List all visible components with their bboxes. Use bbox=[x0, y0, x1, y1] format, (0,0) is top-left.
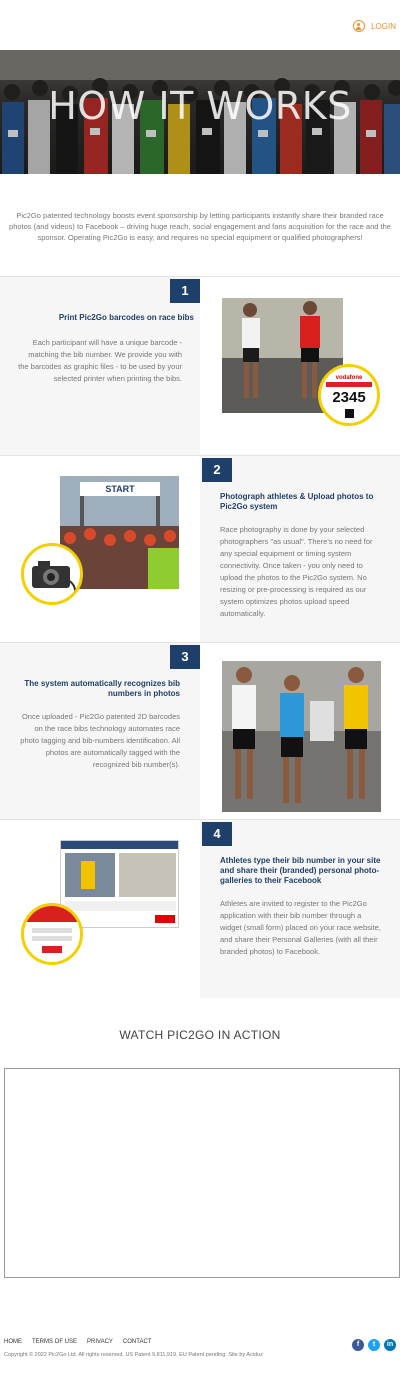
copyright-text: Copyright © 2022 Pic2Go Ltd. All rights … bbox=[4, 1352, 263, 1358]
registration-widget-icon bbox=[24, 906, 80, 953]
step-number: 4 bbox=[202, 822, 232, 846]
start-banner: START bbox=[105, 484, 135, 494]
footer-link-home[interactable]: HOME bbox=[4, 1339, 22, 1345]
barcode-icon bbox=[345, 409, 354, 418]
video-player[interactable] bbox=[4, 1068, 400, 1278]
widget-badge bbox=[21, 903, 83, 965]
step-text: Once uploaded - Pic2Go patented 2D barco… bbox=[20, 712, 180, 769]
step-number: 3 bbox=[170, 645, 200, 669]
step-text: Each participant will have a unique barc… bbox=[18, 338, 182, 383]
footer-link-terms[interactable]: TERMS OF USE bbox=[32, 1339, 77, 1345]
footer-nav: HOME TERMS OF USE PRIVACY CONTACT bbox=[4, 1339, 151, 1345]
camera-badge bbox=[21, 543, 83, 605]
bib-closeup-badge: vodafone 2345 bbox=[318, 364, 380, 426]
step-title: Athletes type their bib number in your s… bbox=[220, 856, 381, 885]
login-label: LOGIN bbox=[371, 21, 396, 31]
bib-number: 2345 bbox=[332, 389, 366, 406]
watch-section-title: WATCH PIC2GO IN ACTION bbox=[119, 1028, 281, 1042]
step-3: 3 The system automatically recognizes bi… bbox=[0, 643, 400, 819]
step-title: Photograph athletes & Upload photos to P… bbox=[220, 492, 374, 511]
social-links: f t in bbox=[352, 1339, 396, 1351]
website-screenshot-art bbox=[61, 841, 178, 923]
step-2: 2 Photograph athletes & Upload photos to… bbox=[0, 456, 400, 642]
user-icon bbox=[353, 20, 366, 32]
step-number: 2 bbox=[202, 458, 232, 482]
facebook-icon[interactable]: f bbox=[352, 1339, 364, 1351]
athletes-photo bbox=[222, 661, 381, 812]
step-4: 4 Athletes type their bib number in your… bbox=[0, 820, 400, 998]
athletes-photo-art bbox=[222, 661, 381, 812]
website-screenshot bbox=[60, 840, 179, 928]
step-number: 1 bbox=[170, 279, 200, 303]
footer-link-contact[interactable]: CONTACT bbox=[123, 1339, 152, 1345]
intro-text: Pic2Go patented technology boosts event … bbox=[9, 211, 391, 242]
step-text: Athletes are invited to register to the … bbox=[220, 899, 381, 956]
bib-stripe bbox=[326, 382, 372, 387]
hero-title: HOW IT WORKS bbox=[48, 84, 352, 128]
step-title: Print Pic2Go barcodes on race bibs bbox=[58, 313, 194, 322]
footer-link-privacy[interactable]: PRIVACY bbox=[87, 1339, 113, 1345]
twitter-icon[interactable]: t bbox=[368, 1339, 380, 1351]
camera-icon bbox=[32, 561, 77, 599]
linkedin-icon[interactable]: in bbox=[384, 1339, 396, 1351]
step-title: The system automatically recognizes bib … bbox=[24, 679, 180, 698]
step-text: Race photography is done by your selecte… bbox=[220, 525, 373, 618]
login-link[interactable]: LOGIN bbox=[353, 20, 396, 32]
step-1: 1 Print Pic2Go barcodes on race bibs Eac… bbox=[0, 277, 400, 455]
bib-brand: vodafone bbox=[335, 375, 363, 381]
hero-banner: HOW IT WORKS bbox=[0, 50, 400, 174]
